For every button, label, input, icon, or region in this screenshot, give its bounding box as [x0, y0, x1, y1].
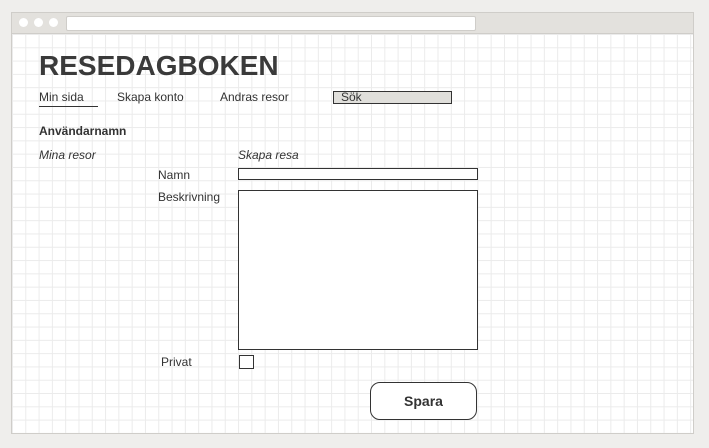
browser-window: RESEDAGBOKEN Min sida Skapa konto Andras… — [11, 12, 694, 434]
create-trip-heading: Skapa resa — [238, 148, 299, 162]
browser-toolbar — [12, 13, 693, 34]
username: Användarnamn — [39, 124, 127, 138]
private-label: Privat — [161, 355, 192, 369]
window-minimize-dot[interactable] — [34, 18, 43, 27]
nav-min-sida[interactable]: Min sida — [39, 90, 98, 107]
search-button[interactable]: Sök — [333, 91, 452, 104]
my-trips-heading[interactable]: Mina resor — [39, 148, 96, 162]
description-label: Beskrivning — [158, 190, 221, 204]
save-button[interactable]: Spara — [370, 382, 477, 420]
name-input[interactable] — [238, 168, 478, 180]
nav-skapa-konto[interactable]: Skapa konto — [117, 90, 184, 104]
description-textarea[interactable] — [238, 190, 478, 350]
page-title: RESEDAGBOKEN — [39, 50, 279, 81]
address-bar[interactable] — [66, 16, 476, 31]
window-close-dot[interactable] — [19, 18, 28, 27]
nav-andras-resor[interactable]: Andras resor — [220, 90, 289, 104]
name-label: Namn — [158, 168, 191, 182]
private-checkbox[interactable] — [239, 355, 254, 369]
page: RESEDAGBOKEN Min sida Skapa konto Andras… — [12, 34, 693, 433]
window-maximize-dot[interactable] — [49, 18, 58, 27]
